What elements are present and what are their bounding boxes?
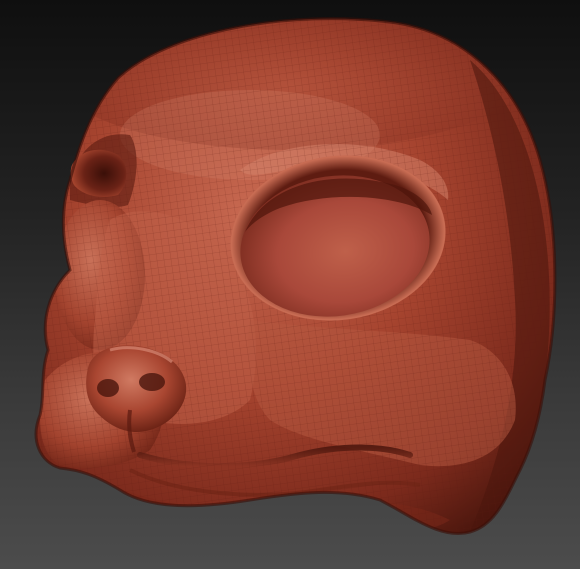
viewport-canvas[interactable] bbox=[0, 0, 580, 569]
sculpt-render bbox=[34, 17, 557, 535]
right-nostril bbox=[139, 373, 165, 391]
left-nostril bbox=[97, 379, 119, 397]
head-mesh bbox=[34, 17, 557, 535]
